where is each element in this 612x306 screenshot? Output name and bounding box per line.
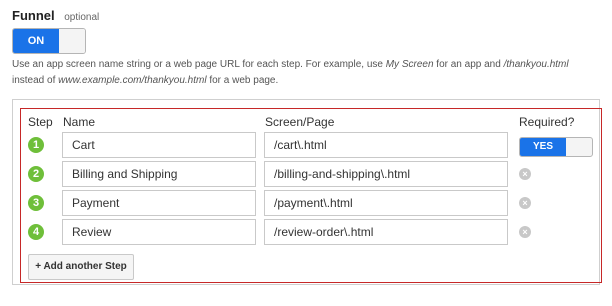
step-number-3: 3 <box>28 195 44 211</box>
step-number-4: 4 <box>28 224 44 240</box>
remove-icon[interactable]: × <box>519 226 531 238</box>
header-screen-page: Screen/Page <box>265 115 335 129</box>
header-step: Step <box>28 115 53 129</box>
funnel-title: Funnel optional <box>12 8 99 23</box>
step-name-input[interactable] <box>62 190 256 216</box>
optional-label: optional <box>64 12 100 23</box>
step-name-input[interactable] <box>62 132 256 158</box>
help-text-example-url: www.example.com/thankyou.html <box>58 75 207 86</box>
funnel-toggle-on: ON <box>13 29 59 53</box>
header-name: Name <box>63 115 96 129</box>
step-name-input[interactable] <box>62 219 256 245</box>
step-page-input[interactable] <box>264 161 508 187</box>
required-toggle[interactable]: YES <box>519 137 593 157</box>
help-text-part: Use an app screen name string or a web p… <box>12 59 386 70</box>
remove-icon[interactable]: × <box>519 197 531 209</box>
help-text-part: for a web page. <box>206 75 279 86</box>
step-number-1: 1 <box>28 137 44 153</box>
funnel-help-text: Use an app screen name string or a web p… <box>12 57 602 89</box>
help-text-part: instead of <box>12 75 59 86</box>
step-name-input[interactable] <box>62 161 256 187</box>
required-toggle-on: YES <box>520 138 566 156</box>
add-step-button[interactable]: + Add another Step <box>28 254 134 280</box>
step-page-input[interactable] <box>264 219 508 245</box>
funnel-label: Funnel <box>12 8 55 23</box>
step-page-input[interactable] <box>264 190 508 216</box>
funnel-toggle-knob <box>59 29 85 53</box>
funnel-toggle[interactable]: ON <box>12 28 86 54</box>
help-text-example-path: /thankyou.html <box>503 59 569 70</box>
help-text-example-screen: My Screen <box>385 59 434 70</box>
header-required: Required? <box>519 115 575 129</box>
remove-icon[interactable]: × <box>519 168 531 180</box>
help-text-part: for an app and <box>433 59 504 70</box>
step-number-2: 2 <box>28 166 44 182</box>
step-page-input[interactable] <box>264 132 508 158</box>
